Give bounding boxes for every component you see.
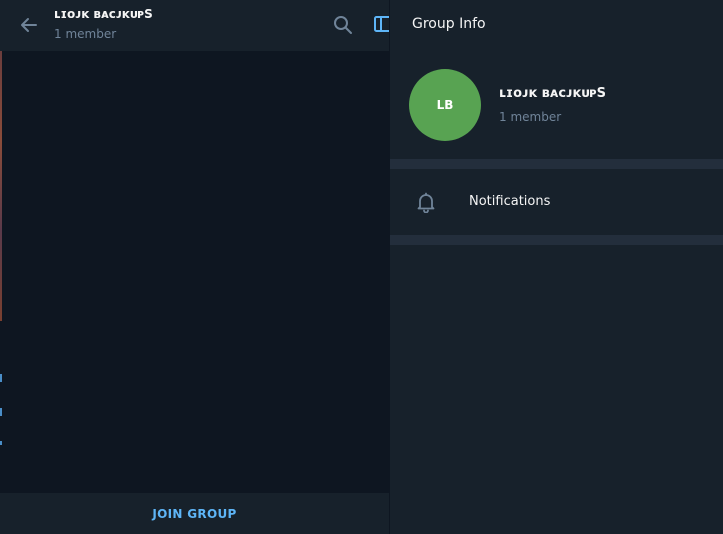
group-info-panel: Group Info LB ʟɪᴏᴊᴋ ʙᴀᴄᴊᴋᴜᴘS 1 member No…: [389, 0, 723, 534]
group-name: ʟɪᴏᴊᴋ ʙᴀᴄᴊᴋᴜᴘS: [499, 86, 606, 101]
message-edge-mark: [0, 374, 2, 382]
chat-message-area: [0, 51, 389, 493]
back-arrow-icon[interactable]: [17, 13, 41, 37]
avatar-initials: LB: [436, 98, 454, 112]
section-divider: [390, 159, 723, 169]
sidebar-toggle-icon[interactable]: [373, 15, 389, 33]
join-group-button[interactable]: JOIN GROUP: [0, 493, 389, 534]
bell-icon: [417, 192, 435, 213]
chat-pane: ʟɪᴏᴊᴋ ʙᴀᴄᴊᴋᴜᴘS 1 member JOIN GROUP: [0, 0, 389, 534]
chat-header: ʟɪᴏᴊᴋ ʙᴀᴄᴊᴋᴜᴘS 1 member: [0, 0, 389, 51]
section-divider: [390, 235, 723, 245]
panel-title: Group Info: [412, 16, 486, 32]
message-edge-mark: [0, 408, 2, 416]
notifications-row[interactable]: Notifications: [390, 169, 723, 235]
group-avatar[interactable]: LB: [409, 69, 481, 141]
chat-member-count: 1 member: [54, 27, 117, 41]
join-group-label: JOIN GROUP: [152, 506, 237, 521]
telegram-window: ʟɪᴏᴊᴋ ʙᴀᴄᴊᴋᴜᴘS 1 member JOIN GROUP Group…: [0, 0, 723, 534]
group-member-count[interactable]: 1 member: [499, 110, 561, 124]
notifications-label: Notifications: [469, 194, 551, 209]
message-edge-mark: [0, 441, 2, 445]
chat-title[interactable]: ʟɪᴏᴊᴋ ʙᴀᴄᴊᴋᴜᴘS: [54, 7, 153, 21]
search-icon[interactable]: [332, 14, 354, 36]
wallpaper-edge: [0, 51, 2, 321]
